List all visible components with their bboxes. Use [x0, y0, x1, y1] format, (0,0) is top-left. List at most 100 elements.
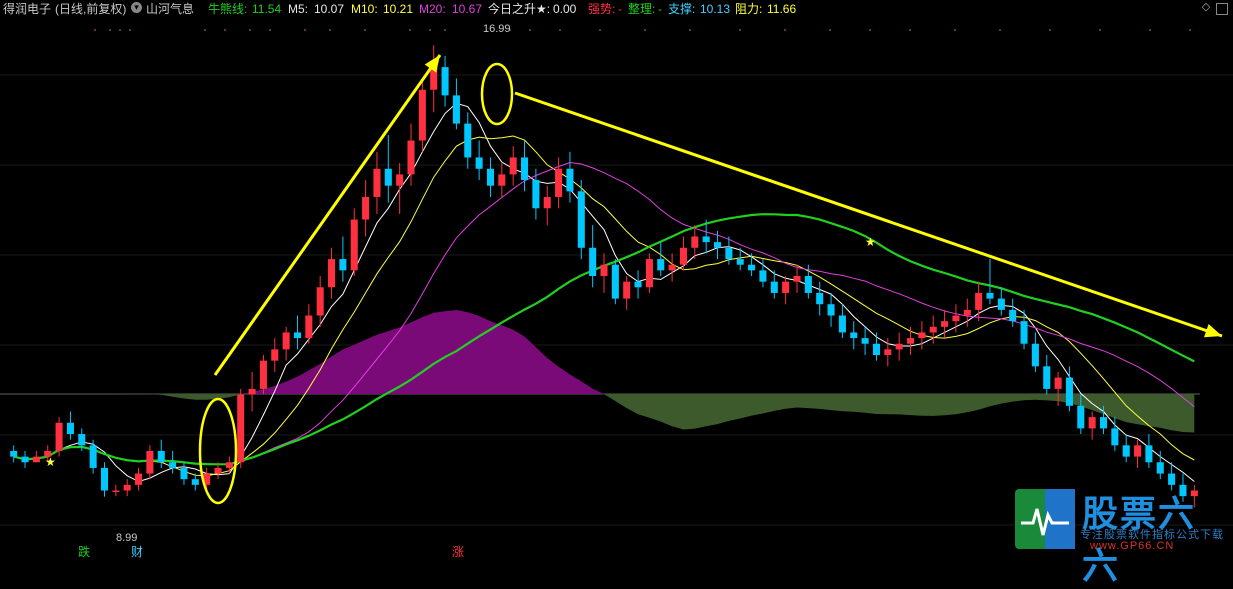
- m20-value: 10.67: [452, 2, 483, 16]
- m10-line: [13, 135, 1195, 477]
- downtrend-arrow: [514, 91, 1223, 338]
- candle-body: [782, 281, 790, 293]
- candle-body: [838, 315, 846, 333]
- candle-body: [736, 259, 744, 265]
- marker-die: 跌: [78, 544, 90, 559]
- candle-body: [1077, 405, 1085, 429]
- candle-body: [66, 422, 74, 435]
- candle-body: [78, 434, 86, 446]
- signal-dot: [269, 29, 271, 31]
- m10-value: 10.21: [383, 2, 414, 16]
- candle-body: [293, 332, 302, 339]
- candle-body: [986, 292, 994, 299]
- downtrend-arrow-head: [1204, 323, 1222, 338]
- candle-body: [509, 157, 517, 175]
- candle-body: [498, 174, 506, 186]
- consol-value: -: [658, 2, 662, 16]
- indicator-name[interactable]: 山河气息: [146, 1, 194, 17]
- candle-body: [895, 343, 903, 350]
- signal-dot: [644, 29, 646, 31]
- candle-body: [1156, 462, 1164, 474]
- signal-dot: [364, 29, 366, 31]
- candle-body: [214, 467, 222, 474]
- candle-body: [1168, 473, 1176, 485]
- signal-dot: [1189, 29, 1191, 31]
- candle-body: [464, 123, 472, 158]
- star-marker: ★: [865, 235, 876, 249]
- candle-group: [10, 45, 1198, 508]
- signal-dot: [129, 29, 131, 31]
- m20-label: M20:: [419, 2, 446, 16]
- candle-body: [816, 292, 824, 305]
- candle-body: [906, 338, 915, 344]
- candle-body: [316, 287, 324, 316]
- candle-body: [350, 219, 358, 271]
- candle-body: [305, 315, 313, 339]
- candle-body: [191, 479, 199, 485]
- candle-body: [271, 349, 279, 361]
- candle-body: [975, 292, 983, 310]
- candle-body: [543, 196, 551, 209]
- candle-body: [577, 191, 585, 248]
- candle-body: [452, 95, 460, 124]
- low-price-label: 8.99: [116, 532, 137, 544]
- signal-dot: [909, 29, 911, 31]
- candle-body: [282, 332, 290, 350]
- signal-dot: [224, 29, 226, 31]
- candle-body: [668, 264, 676, 271]
- signal-dot: [869, 29, 871, 31]
- candle-body: [714, 242, 722, 248]
- candle-body: [1065, 377, 1073, 406]
- dropdown-icon[interactable]: ▾: [131, 2, 142, 13]
- candle-body: [180, 467, 188, 480]
- candle-body: [770, 281, 778, 293]
- annotation-layer: 16.99 8.99 跌 财 涨 ★ ★: [45, 23, 1223, 559]
- highlight-ellipse-left: [198, 397, 238, 505]
- m5-label: M5:: [288, 2, 309, 16]
- candle-body: [1099, 417, 1108, 429]
- candle-body: [259, 360, 267, 389]
- candle-body: [589, 247, 597, 276]
- signal-dot: [1049, 29, 1051, 31]
- candle-body: [396, 174, 404, 186]
- candle-body: [475, 157, 483, 169]
- candle-body: [634, 281, 642, 288]
- diamond-icon[interactable]: ◇: [1200, 1, 1212, 13]
- candle-body: [941, 321, 949, 327]
- candle-body: [521, 157, 529, 181]
- star-marker: ★: [45, 455, 56, 469]
- candle-body: [373, 168, 381, 197]
- signal-dot: [329, 29, 331, 31]
- candle-body: [1111, 428, 1119, 446]
- bull-value: 11.54: [252, 2, 282, 16]
- candle-body: [691, 236, 699, 248]
- candle-body: [759, 270, 767, 282]
- signal-dot: [954, 29, 956, 31]
- candle-body: [963, 309, 971, 316]
- signal-dot: [1149, 29, 1151, 31]
- support-label: 支撑:: [668, 2, 696, 16]
- window-icon[interactable]: [1216, 3, 1228, 15]
- candle-body: [555, 168, 563, 197]
- candle-body: [486, 168, 494, 186]
- candle-body: [237, 394, 245, 463]
- candle-body: [1031, 343, 1039, 367]
- candle-body: [89, 445, 97, 468]
- candle-body: [248, 388, 256, 395]
- watermark-url: www.GP66.CN: [1090, 540, 1175, 552]
- period-label: (日线,前复权): [55, 2, 127, 16]
- strong-value: -: [618, 2, 622, 16]
- candle-body: [339, 259, 347, 271]
- signal-dot: [429, 29, 431, 31]
- candle-body: [657, 259, 665, 271]
- candlestick-chart[interactable]: 16.99 8.99 跌 财 涨 ★ ★: [0, 0, 1233, 560]
- candle-body: [861, 338, 869, 344]
- candle-body: [21, 456, 29, 463]
- candle-body: [748, 264, 756, 271]
- signal-dot: [409, 29, 411, 31]
- signal-dot: [1099, 29, 1101, 31]
- candle-body: [32, 456, 40, 463]
- candle-body: [645, 259, 653, 288]
- candle-body: [146, 450, 154, 474]
- candle-body: [225, 462, 233, 468]
